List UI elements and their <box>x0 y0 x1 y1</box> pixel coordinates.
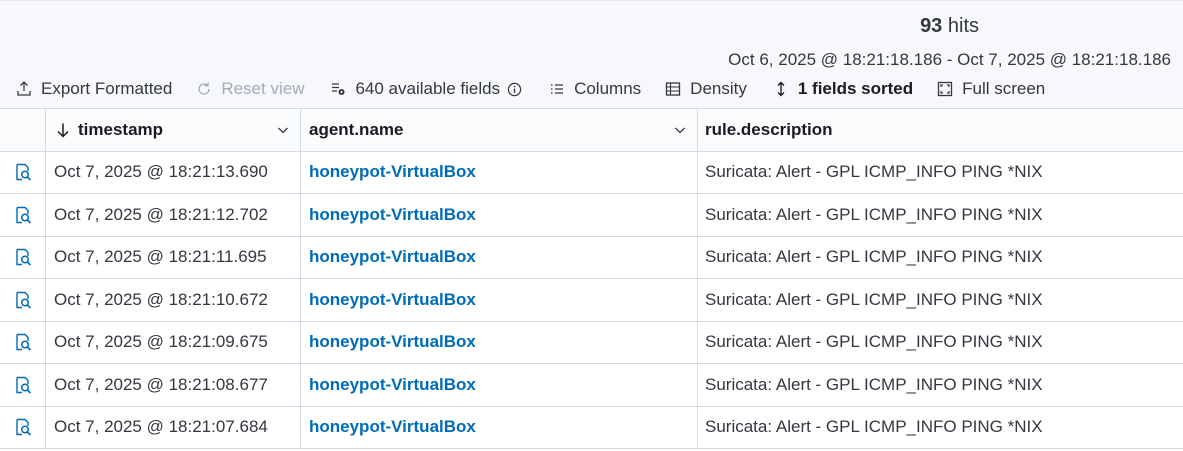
hits-label: hits <box>947 15 979 37</box>
table-row: Oct 7, 2025 @ 18:21:13.690 honeypot-Virtu… <box>0 151 1183 194</box>
fullscreen-icon <box>937 81 953 97</box>
full-screen-button[interactable]: Full screen <box>937 79 1045 99</box>
results-header: 93 hits Oct 6, 2025 @ 18:21:18.186 - Oct… <box>0 0 1183 108</box>
list-icon <box>549 81 565 97</box>
timestamp-header-label-group: timestamp <box>54 120 163 140</box>
rule-description-cell: Suricata: Alert - GPL ICMP_INFO PING *NI… <box>705 374 1043 394</box>
hits-count: 93 hits <box>920 15 979 38</box>
refresh-icon <box>196 81 212 97</box>
rule-description-cell: Suricata: Alert - GPL ICMP_INFO PING *NI… <box>705 204 1043 224</box>
rule-description-cell: Suricata: Alert - GPL ICMP_INFO PING *NI… <box>705 247 1043 267</box>
inspect-document-icon[interactable] <box>13 247 33 267</box>
timestamp-cell: Oct 7, 2025 @ 18:21:10.672 <box>46 279 301 321</box>
rule-header-label: rule.description <box>705 119 833 139</box>
column-header-timestamp[interactable]: timestamp <box>46 109 301 151</box>
row-control-cell <box>0 406 46 448</box>
column-header-agent-name[interactable]: agent.name <box>301 109 698 151</box>
chevron-down-icon[interactable] <box>276 123 290 137</box>
table-row: Oct 7, 2025 @ 18:21:07.684 honeypot-Virtu… <box>0 406 1183 449</box>
timestamp-cell: Oct 7, 2025 @ 18:21:13.690 <box>46 151 301 193</box>
fields-label: 640 available fields <box>355 79 501 98</box>
date-range: Oct 6, 2025 @ 18:21:18.186 - Oct 7, 2025… <box>728 50 1171 69</box>
rule-description-cell: Suricata: Alert - GPL ICMP_INFO PING *NI… <box>705 417 1043 437</box>
sorted-label: 1 fields sorted <box>797 79 914 98</box>
reset-label: Reset view <box>221 79 305 98</box>
agent-header-label: agent.name <box>309 119 404 139</box>
sort-icon <box>773 81 789 97</box>
inspect-document-icon[interactable] <box>13 417 33 437</box>
chevron-down-icon[interactable] <box>673 123 687 137</box>
grid-body: Oct 7, 2025 @ 18:21:13.690 honeypot-Virtu… <box>0 151 1183 449</box>
timestamp-header-label: timestamp <box>78 119 164 139</box>
rule-description-cell: Suricata: Alert - GPL ICMP_INFO PING *NI… <box>705 332 1043 352</box>
export-icon <box>16 81 32 97</box>
hits-number: 93 <box>920 15 943 37</box>
sort-descending-icon <box>56 122 70 138</box>
export-formatted-button[interactable]: Export Formatted <box>16 79 172 99</box>
agent-name-cell: honeypot-VirtualBox <box>301 194 698 236</box>
agent-name-link[interactable]: honeypot-VirtualBox <box>309 205 476 225</box>
table-row: Oct 7, 2025 @ 18:21:10.672 honeypot-Virtu… <box>0 279 1183 322</box>
columns-button[interactable]: Columns <box>549 79 641 99</box>
timestamp-cell: Oct 7, 2025 @ 18:21:09.675 <box>46 321 301 363</box>
row-control-cell <box>0 194 46 236</box>
row-control-cell <box>0 236 46 278</box>
timestamp-cell: Oct 7, 2025 @ 18:21:08.677 <box>46 364 301 406</box>
timestamp-cell: Oct 7, 2025 @ 18:21:07.684 <box>46 406 301 448</box>
grid-header-row: timestamp agent.name rule.description <box>0 109 1183 152</box>
row-control-cell <box>0 279 46 321</box>
rule-description-cell: Suricata: Alert - GPL ICMP_INFO PING *NI… <box>705 289 1043 309</box>
fields-icon <box>330 81 346 97</box>
agent-name-cell: honeypot-VirtualBox <box>301 236 698 278</box>
fullscreen-label: Full screen <box>962 79 1046 98</box>
inspect-document-icon[interactable] <box>13 162 33 182</box>
header-control-column <box>0 109 46 151</box>
data-grid: timestamp agent.name rule.description Oc… <box>0 108 1183 449</box>
grid-toolbar: Export Formatted Reset view 640 availabl… <box>0 77 1045 101</box>
info-icon[interactable] <box>507 82 522 97</box>
agent-name-cell: honeypot-VirtualBox <box>301 279 698 321</box>
timestamp-cell: Oct 7, 2025 @ 18:21:11.695 <box>46 236 301 278</box>
agent-name-link[interactable]: honeypot-VirtualBox <box>309 417 476 437</box>
density-button[interactable]: Density <box>665 79 747 99</box>
density-label: Density <box>690 79 747 98</box>
table-density-icon <box>665 81 681 97</box>
agent-name-cell: honeypot-VirtualBox <box>301 321 698 363</box>
agent-name-link[interactable]: honeypot-VirtualBox <box>309 162 476 182</box>
inspect-document-icon[interactable] <box>13 375 33 395</box>
agent-name-cell: honeypot-VirtualBox <box>301 151 698 193</box>
table-row: Oct 7, 2025 @ 18:21:09.675 honeypot-Virtu… <box>0 321 1183 364</box>
reset-view-button[interactable]: Reset view <box>196 79 304 99</box>
rule-description-cell: Suricata: Alert - GPL ICMP_INFO PING *NI… <box>705 162 1043 182</box>
inspect-document-icon[interactable] <box>13 290 33 310</box>
agent-name-cell: honeypot-VirtualBox <box>301 406 698 448</box>
table-row: Oct 7, 2025 @ 18:21:08.677 honeypot-Virtu… <box>0 364 1183 407</box>
agent-name-link[interactable]: honeypot-VirtualBox <box>309 375 476 395</box>
agent-name-cell: honeypot-VirtualBox <box>301 364 698 406</box>
column-header-rule-description[interactable]: rule.description <box>698 109 1183 151</box>
available-fields-button[interactable]: 640 available fields <box>330 79 522 99</box>
agent-name-link[interactable]: honeypot-VirtualBox <box>309 290 476 310</box>
table-row: Oct 7, 2025 @ 18:21:11.695 honeypot-Virtu… <box>0 236 1183 279</box>
sort-fields-button[interactable]: 1 fields sorted <box>773 79 913 99</box>
row-control-cell <box>0 364 46 406</box>
columns-label: Columns <box>574 79 642 98</box>
row-control-cell <box>0 151 46 193</box>
row-control-cell <box>0 321 46 363</box>
inspect-document-icon[interactable] <box>13 205 33 225</box>
timestamp-cell: Oct 7, 2025 @ 18:21:12.702 <box>46 194 301 236</box>
agent-name-link[interactable]: honeypot-VirtualBox <box>309 247 476 267</box>
export-label: Export Formatted <box>41 79 173 98</box>
agent-name-link[interactable]: honeypot-VirtualBox <box>309 332 476 352</box>
table-row: Oct 7, 2025 @ 18:21:12.702 honeypot-Virtu… <box>0 194 1183 237</box>
inspect-document-icon[interactable] <box>13 332 33 352</box>
